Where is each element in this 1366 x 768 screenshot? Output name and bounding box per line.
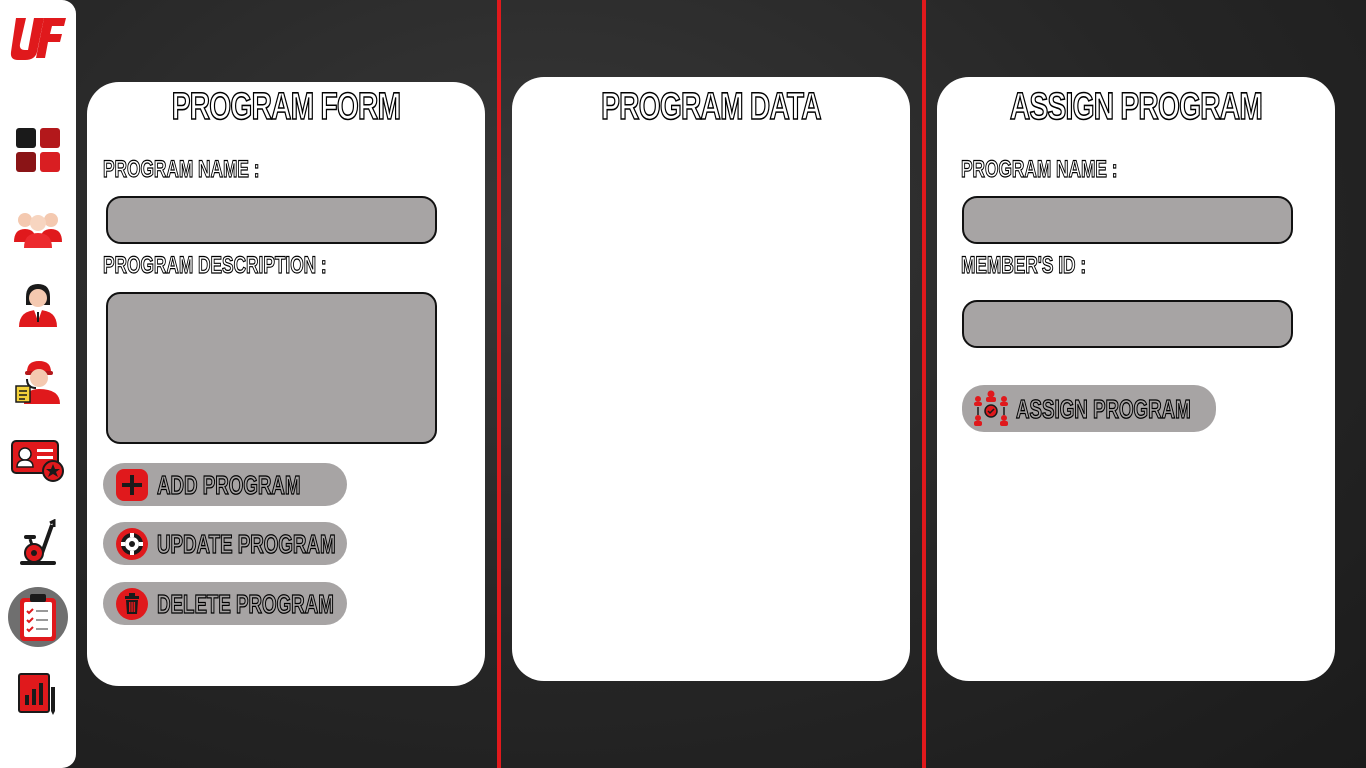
- delete-program-label: DELETE PROGRAM: [157, 588, 335, 619]
- nav-dashboard[interactable]: [8, 120, 68, 180]
- trainer-headset-icon: [15, 361, 60, 404]
- update-program-label: UPDATE PROGRAM: [157, 528, 336, 559]
- exercise-bike-icon: [20, 519, 56, 565]
- report-chart-icon: [18, 673, 55, 715]
- program-name-label: PROGRAM NAME :: [103, 155, 260, 183]
- assign-program-button[interactable]: ASSIGN PROGRAM: [962, 385, 1216, 432]
- nav-reports[interactable]: [8, 664, 68, 724]
- delete-program-button[interactable]: DELETE PROGRAM: [103, 582, 347, 625]
- assign-program-title: ASSIGN PROGRAM: [1009, 85, 1263, 129]
- assign-program-name-input[interactable]: [962, 196, 1293, 244]
- update-program-button[interactable]: UPDATE PROGRAM: [103, 522, 347, 565]
- program-description-label: PROGRAM DESCRIPTION :: [103, 251, 328, 279]
- sidebar: [0, 0, 76, 768]
- program-form-panel: PROGRAM FORM PROGRAM NAME : PROGRAM DESC…: [87, 82, 485, 686]
- nav-members[interactable]: [8, 198, 68, 258]
- program-data-title: PROGRAM DATA: [601, 85, 823, 129]
- add-program-button[interactable]: ADD PROGRAM: [103, 463, 347, 506]
- add-program-label: ADD PROGRAM: [157, 469, 301, 500]
- staff-person-icon: [19, 284, 57, 327]
- nav-equipment[interactable]: [8, 512, 68, 572]
- assign-program-button-label: ASSIGN PROGRAM: [1016, 393, 1192, 424]
- assign-program-panel: ASSIGN PROGRAM PROGRAM NAME : MEMBER'S I…: [937, 77, 1335, 681]
- refresh-gear-icon: [116, 528, 148, 560]
- brand-logo: [10, 18, 66, 60]
- nav-trainers[interactable]: [8, 350, 68, 410]
- members-group-icon: [14, 213, 62, 248]
- trash-icon: [116, 588, 148, 620]
- program-data-panel: PROGRAM DATA: [512, 77, 910, 681]
- nav-membership[interactable]: [8, 430, 68, 490]
- member-card-icon: [11, 440, 64, 482]
- member-id-label: MEMBER'S ID :: [961, 251, 1087, 279]
- assign-program-name-label: PROGRAM NAME :: [961, 155, 1118, 183]
- plus-icon: [116, 469, 148, 501]
- team-hierarchy-icon: [974, 390, 1008, 426]
- program-description-input[interactable]: [106, 292, 437, 444]
- program-form-title: PROGRAM FORM: [171, 85, 401, 129]
- divider-right: [922, 0, 926, 768]
- nav-programs[interactable]: [8, 587, 68, 647]
- member-id-input[interactable]: [962, 300, 1293, 348]
- clipboard-checklist-icon: [20, 594, 56, 641]
- program-data-table[interactable]: [532, 147, 890, 651]
- divider-left: [497, 0, 501, 768]
- nav-staff[interactable]: [8, 274, 68, 334]
- program-name-input[interactable]: [106, 196, 437, 244]
- dashboard-grid-icon: [16, 128, 60, 172]
